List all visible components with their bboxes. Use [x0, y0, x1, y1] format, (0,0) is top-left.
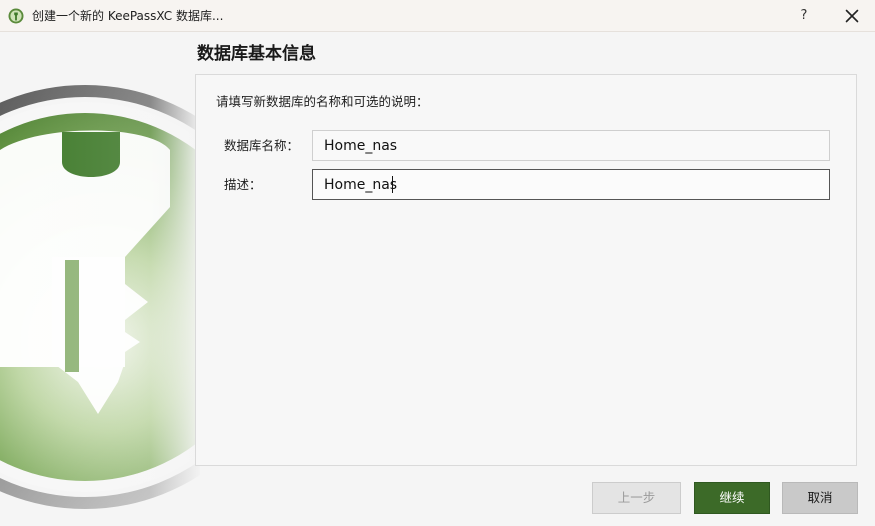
description-label: 描述：: [224, 177, 262, 192]
wizard-body: 数据库基本信息 请填写新数据库的名称和可选的说明： 数据库名称： 描述： 上一步…: [0, 32, 875, 526]
database-name-input[interactable]: [312, 130, 830, 161]
page-heading: 数据库基本信息: [197, 44, 316, 64]
continue-button[interactable]: 继续: [694, 482, 770, 514]
window-title: 创建一个新的 KeePassXC 数据库...: [32, 9, 224, 23]
back-button[interactable]: 上一步: [592, 482, 681, 514]
text-caret: [392, 176, 393, 193]
keepassxc-logo-icon: [8, 8, 24, 24]
close-icon: [845, 9, 859, 23]
window-titlebar: 创建一个新的 KeePassXC 数据库... ?: [0, 0, 875, 32]
close-button[interactable]: [840, 4, 864, 28]
keepassxc-key-artwork: [0, 32, 200, 526]
help-button[interactable]: ?: [796, 4, 812, 28]
database-info-panel: 请填写新数据库的名称和可选的说明： 数据库名称： 描述：: [195, 74, 857, 466]
cancel-button[interactable]: 取消: [782, 482, 858, 514]
description-input[interactable]: [312, 169, 830, 200]
panel-description: 请填写新数据库的名称和可选的说明：: [216, 94, 429, 109]
database-name-label: 数据库名称：: [224, 138, 300, 153]
